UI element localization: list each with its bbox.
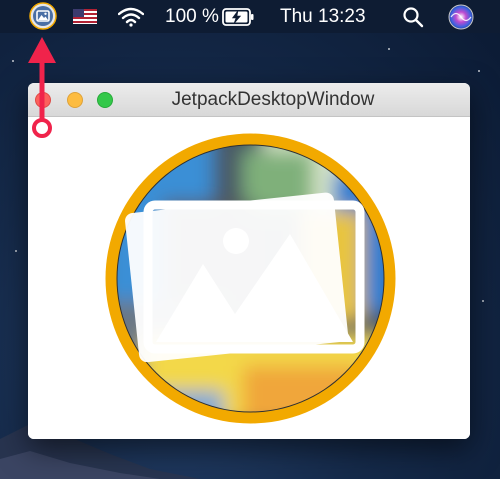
siri-icon-graphic	[448, 4, 474, 29]
search-icon-graphic	[403, 6, 424, 27]
flag-icon-graphic	[73, 9, 97, 24]
zoom-button[interactable]	[97, 92, 113, 108]
window-titlebar[interactable]: JetpackDesktopWindow	[28, 83, 470, 117]
wifi-icon-graphic	[118, 7, 144, 27]
clock[interactable]: Thu 13:23	[280, 0, 366, 33]
image-gallery-icon	[105, 133, 396, 424]
minimize-button[interactable]	[67, 92, 83, 108]
battery-charging-icon[interactable]	[222, 0, 254, 33]
close-button[interactable]	[35, 92, 51, 108]
window-title: JetpackDesktopWindow	[171, 88, 375, 110]
app-status-icon-graphic	[29, 2, 57, 30]
battery-percent[interactable]: 100 %	[165, 0, 219, 33]
app-status-icon[interactable]	[29, 2, 57, 30]
battery-charging-icon-graphic	[222, 7, 254, 26]
jetpack-desktop-window: JetpackDesktopWindow	[28, 83, 470, 439]
window-content	[28, 117, 470, 439]
battery-percent-label: 100 %	[165, 5, 219, 27]
clock-label: Thu 13:23	[280, 5, 366, 27]
siri-icon[interactable]	[448, 0, 474, 33]
wifi-icon[interactable]	[118, 0, 144, 33]
flag-icon[interactable]	[73, 0, 97, 33]
search-icon[interactable]	[402, 0, 424, 33]
menu-bar: 100 % Thu 13:23	[0, 0, 500, 33]
